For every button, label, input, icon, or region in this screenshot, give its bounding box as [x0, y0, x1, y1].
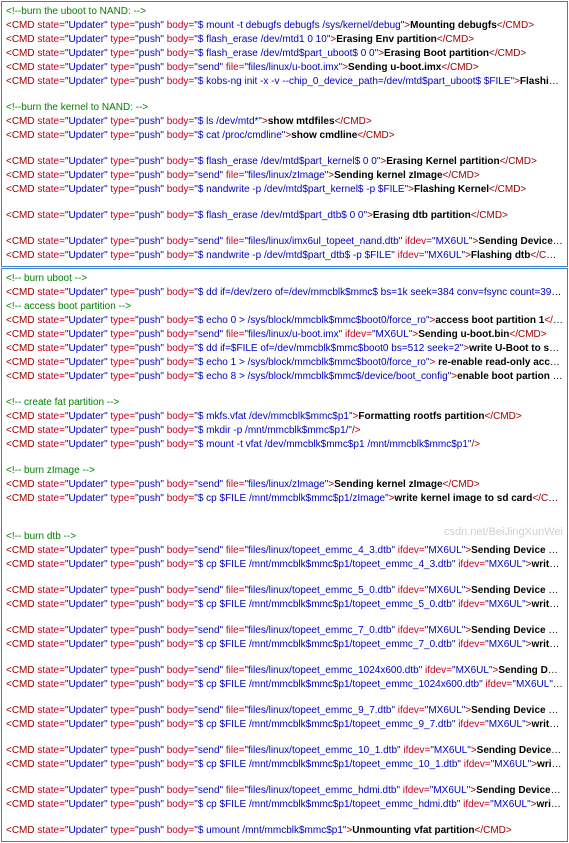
cmd-line: <CMD state="Updater" type="push" body="$…: [6, 678, 563, 692]
comment: <!--burn the uboot to NAND: -->: [6, 5, 563, 19]
comment: <!-- burn uboot -->: [6, 272, 563, 286]
cmd-line: <CMD state="Updater" type="push" body="$…: [6, 286, 563, 300]
cmd-line: <CMD state="Updater" type="push" body="s…: [6, 169, 563, 183]
cmd-line: <CMD state="Updater" type="push" body="$…: [6, 249, 563, 263]
cmd-line: <CMD state="Updater" type="push" body="$…: [6, 155, 563, 169]
comment: <!--burn the kernel to NAND: -->: [6, 101, 563, 115]
panel-nand: <!--burn the uboot to NAND: --> <CMD sta…: [1, 1, 568, 267]
cmd-line: <CMD state="Updater" type="push" body="$…: [6, 638, 563, 652]
cmd-line: <CMD state="Updater" type="push" body="$…: [6, 33, 563, 47]
cmd-line: <CMD state="Updater" type="push" body="s…: [6, 744, 563, 758]
cmd-line: <CMD state="Updater" type="push" body="$…: [6, 356, 563, 370]
cmd-line: <CMD state="Updater" type="push" body="$…: [6, 798, 563, 812]
cmd-line: <CMD state="Updater" type="push" body="$…: [6, 558, 563, 572]
cmd-line: <CMD state="Updater" type="push" body="$…: [6, 314, 563, 328]
panel-mmc: <!-- burn uboot --> <CMD state="Updater"…: [1, 268, 568, 842]
cmd-line: <CMD state="Updater" type="push" body="s…: [6, 664, 563, 678]
cmd-line: <CMD state="Updater" type="push" body="s…: [6, 624, 563, 638]
cmd-line: <CMD state="Updater" type="push" body="s…: [6, 584, 563, 598]
cmd-line: <CMD state="Updater" type="push" body="s…: [6, 328, 563, 342]
comment: <!-- create fat partition -->: [6, 396, 563, 410]
cmd-line: <CMD state="Updater" type="push" body="s…: [6, 784, 563, 798]
comment: <!-- burn dtb -->: [6, 530, 563, 544]
cmd-line: <CMD state="Updater" type="push" body="$…: [6, 370, 563, 384]
cmd-line: <CMD state="Updater" type="push" body="$…: [6, 209, 563, 223]
cmd-line: <CMD state="Updater" type="push" body="$…: [6, 718, 563, 732]
cmd-line: <CMD state="Updater" type="push" body="$…: [6, 129, 563, 143]
cmd-line: <CMD state="Updater" type="push" body="s…: [6, 61, 563, 75]
cmd-line: <CMD state="Updater" type="push" body="s…: [6, 235, 563, 249]
comment: <!-- burn zImage -->: [6, 464, 563, 478]
cmd-line: <CMD state="Updater" type="push" body="$…: [6, 115, 563, 129]
cmd-line: <CMD state="Updater" type="push" body="$…: [6, 410, 563, 424]
cmd-line: <CMD state="Updater" type="push" body="s…: [6, 544, 563, 558]
cmd-line: <CMD state="Updater" type="push" body="$…: [6, 183, 563, 197]
cmd-line: <CMD state="Updater" type="push" body="$…: [6, 598, 563, 612]
cmd-line: <CMD state="Updater" type="push" body="$…: [6, 342, 563, 356]
cmd-line: <CMD state="Updater" type="push" body="s…: [6, 704, 563, 718]
cmd-line: <CMD state="Updater" type="push" body="$…: [6, 438, 563, 452]
cmd-line: <CMD state="Updater" type="push" body="$…: [6, 824, 563, 838]
cmd-line: <CMD state="Updater" type="push" body="$…: [6, 492, 563, 506]
cmd-line: <CMD state="Updater" type="push" body="$…: [6, 47, 563, 61]
cmd-line: <CMD state="Updater" type="push" body="$…: [6, 19, 563, 33]
cmd-line: <CMD state="Updater" type="push" body="$…: [6, 758, 563, 772]
comment: <!-- access boot partition -->: [6, 300, 563, 314]
cmd-line: <CMD state="Updater" type="push" body="$…: [6, 75, 563, 89]
cmd-line: <CMD state="Updater" type="push" body="$…: [6, 424, 563, 438]
cmd-line: <CMD state="Updater" type="push" body="s…: [6, 478, 563, 492]
